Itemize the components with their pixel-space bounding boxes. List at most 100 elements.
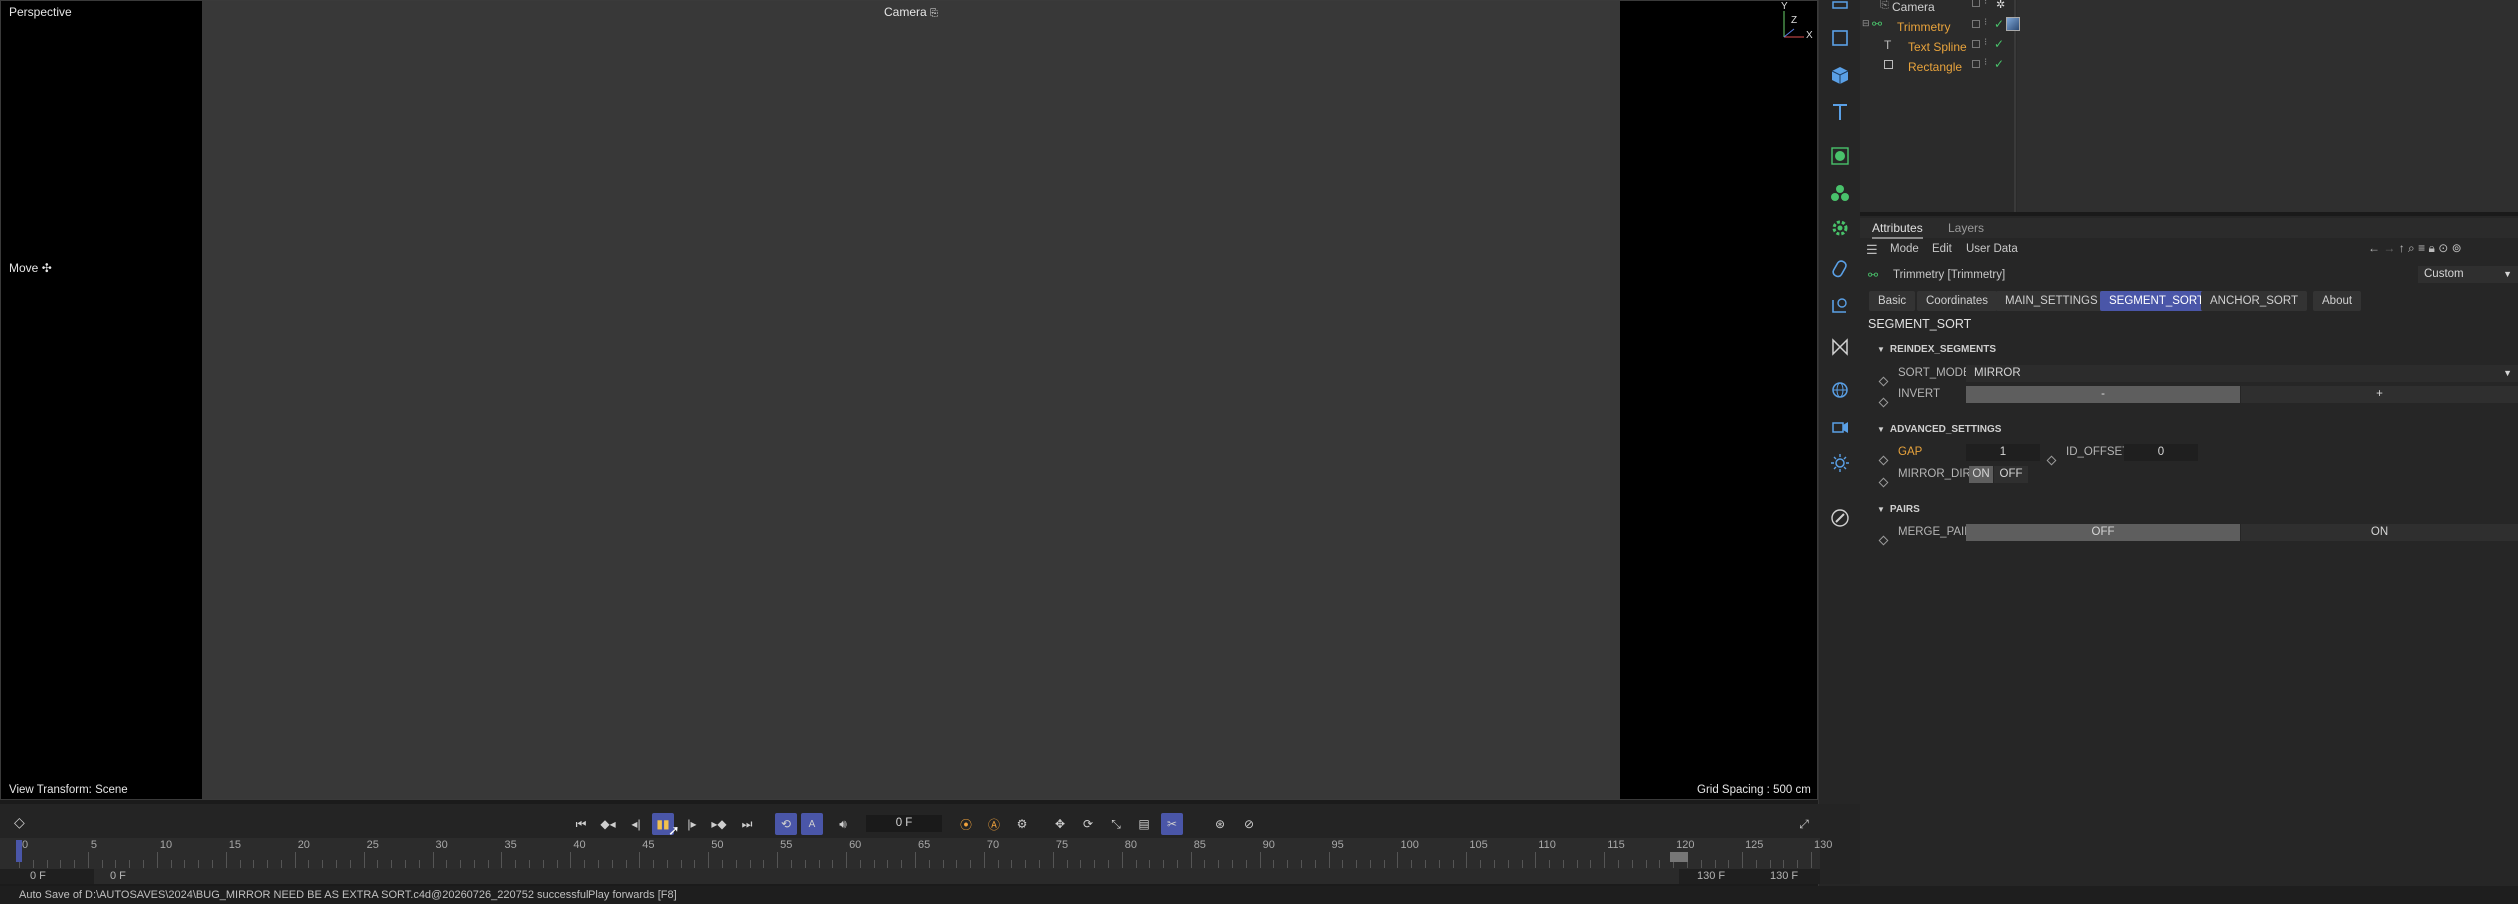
menu-edit[interactable]: Edit <box>1932 243 1952 255</box>
playback-rate-icon[interactable]: A <box>801 813 823 835</box>
tab-basic[interactable]: Basic <box>1869 291 1916 311</box>
object-row-trimmetry[interactable]: ⊟ ⚯ Trimmetry ⁝ ✓ <box>1860 15 2518 35</box>
tab-anchor-sort[interactable]: ANCHOR_SORT <box>2201 291 2307 311</box>
menu-user-data[interactable]: User Data <box>1966 243 2018 255</box>
environment-button[interactable] <box>1826 376 1854 404</box>
invert-plus-button[interactable]: + <box>2241 386 2518 403</box>
toolbar-top-button[interactable] <box>1826 0 1854 18</box>
filter-icon[interactable]: ≡ <box>2418 241 2425 255</box>
end-frame[interactable]: 130 F <box>1770 870 1798 882</box>
autokey-icon[interactable]: Ⓐ <box>983 813 1005 835</box>
keyframe-diamond-icon[interactable] <box>1878 531 1889 549</box>
group-advanced-header[interactable]: ▼ ADVANCED_SETTINGS <box>1877 424 2001 435</box>
layer-box-icon[interactable] <box>1972 60 1980 68</box>
next-frame-icon[interactable]: |▸ <box>681 813 703 835</box>
hamburger-icon[interactable]: ☰ <box>1866 242 1878 258</box>
next-key-icon[interactable]: ▸◆ <box>708 813 730 835</box>
tab-attributes[interactable]: Attributes <box>1872 221 1923 239</box>
menu-mode[interactable]: Mode <box>1890 243 1919 255</box>
key-param-icon[interactable]: ▤ <box>1133 813 1155 835</box>
camera-object-button[interactable] <box>1826 413 1854 441</box>
gap-field[interactable]: 1 <box>1966 444 2040 461</box>
mirror-dir-on-button[interactable]: ON <box>1969 466 1993 483</box>
forward-arrow-icon[interactable]: → <box>2383 241 2395 255</box>
keyframe-diamond-icon[interactable] <box>1878 372 1889 390</box>
key-position-icon[interactable]: ✥ <box>1049 813 1071 835</box>
camera-label[interactable]: Camera ⎘ <box>884 5 938 19</box>
end-preview[interactable]: 130 F <box>1697 870 1725 882</box>
cube-button[interactable] <box>1826 61 1854 89</box>
tab-coordinates[interactable]: Coordinates <box>1917 291 1998 311</box>
object-row-camera[interactable]: ⎘ Camera ⁝ ✲ <box>1860 0 2518 16</box>
keyframe-diamond-icon[interactable] <box>1878 473 1889 491</box>
tab-segment-sort[interactable]: SEGMENT_SORT <box>2100 291 2213 311</box>
back-arrow-icon[interactable]: ← <box>2368 241 2380 255</box>
group-pairs-header[interactable]: ▼ PAIRS <box>1877 504 1920 515</box>
text-button[interactable] <box>1826 98 1854 126</box>
current-frame-field[interactable]: 0 F <box>866 815 942 832</box>
object-row-text-spline[interactable]: T Text Spline ⁝ ✓ <box>1860 35 2518 55</box>
timeline-window-icon[interactable]: ⊘ <box>1238 813 1260 835</box>
keyframe-diamond-icon[interactable] <box>1878 393 1889 411</box>
keyframe-settings-icon[interactable]: ⚙ <box>1011 813 1033 835</box>
new-window-icon[interactable]: ⊙ <box>2438 241 2448 255</box>
key-pla-icon[interactable]: ✂ <box>1161 813 1183 835</box>
previous-frame-icon[interactable]: ◂| <box>625 813 647 835</box>
curve-editor-icon[interactable]: ⤢ <box>1793 813 1815 835</box>
id-offset-field[interactable]: 0 <box>2124 444 2198 461</box>
start-frame[interactable]: 0 F <box>30 870 46 882</box>
keyframe-diamond-icon[interactable] <box>1878 451 1889 469</box>
material-tag-icon[interactable] <box>2006 17 2020 31</box>
view-name[interactable]: Perspective <box>9 5 72 19</box>
enabled-check-icon[interactable]: ✓ <box>1994 37 2004 51</box>
light-button[interactable] <box>1826 449 1854 477</box>
keyframe-diamond-icon[interactable] <box>2046 451 2057 469</box>
layer-box-icon[interactable] <box>1972 20 1980 28</box>
previous-key-icon[interactable]: ◆◂ <box>597 813 619 835</box>
record-icon[interactable]: ⦿ <box>955 813 977 835</box>
visibility-dots-icon[interactable]: ⁝ <box>1984 0 1987 7</box>
key-scale-icon[interactable]: ⤡ <box>1105 813 1127 835</box>
layer-box-icon[interactable] <box>1972 40 1980 48</box>
mirror-dir-off-button[interactable]: OFF <box>1994 466 2028 483</box>
object-row-rectangle[interactable]: Rectangle ⁝ ✓ <box>1860 55 2518 75</box>
search-icon[interactable]: ⌕ <box>2408 241 2415 255</box>
tab-layers[interactable]: Layers <box>1948 221 1984 235</box>
up-arrow-icon[interactable]: ↑ <box>2399 241 2405 255</box>
group-reindex-header[interactable]: ▼ REINDEX_SEGMENTS <box>1877 344 1996 355</box>
field-button[interactable] <box>1826 291 1854 319</box>
preview-end-marker[interactable] <box>1670 852 1688 862</box>
sound-icon[interactable]: 🔊︎ <box>832 813 854 835</box>
loop-icon[interactable]: ⟲ <box>775 813 797 835</box>
visibility-dots-icon[interactable]: ⁝ <box>1984 57 1987 68</box>
go-to-end-icon[interactable]: ⏭ <box>736 813 758 835</box>
collapse-icon[interactable]: ⊟ <box>1862 18 1870 29</box>
visibility-dots-icon[interactable]: ⁝ <box>1984 37 1987 48</box>
merge-pair-off-button[interactable]: OFF <box>1966 524 2240 541</box>
effector-button[interactable] <box>1826 214 1854 242</box>
playhead[interactable] <box>16 840 22 862</box>
cloner-button[interactable] <box>1826 179 1854 207</box>
deformer-button[interactable] <box>1826 255 1854 283</box>
preview-range-slider[interactable] <box>94 869 1679 884</box>
tag-button[interactable] <box>1826 504 1854 532</box>
key-diamond-icon[interactable]: ◇ <box>14 814 25 831</box>
settings-icon[interactable]: ⊚ <box>2452 241 2462 255</box>
layer-box-icon[interactable] <box>1972 0 1980 7</box>
enabled-check-icon[interactable]: ✓ <box>1994 57 2004 71</box>
motion-clip-icon[interactable]: ⊛ <box>1209 813 1231 835</box>
tab-about[interactable]: About <box>2313 291 2362 311</box>
invert-minus-button[interactable]: - <box>1966 386 2240 403</box>
go-to-start-icon[interactable]: ⏮ <box>570 813 592 835</box>
key-rotation-icon[interactable]: ⟳ <box>1077 813 1099 835</box>
scene-button[interactable] <box>1826 333 1854 361</box>
spline-primitive-button[interactable] <box>1826 24 1854 52</box>
visibility-dots-icon[interactable]: ⁝ <box>1984 17 1987 28</box>
enabled-check-icon[interactable]: ✓ <box>1994 17 2004 31</box>
generator-button[interactable] <box>1826 142 1854 170</box>
sort-mode-dropdown[interactable]: MIRROR ▼ <box>1966 365 2518 382</box>
lock-icon[interactable]: 🔒︎ <box>2428 241 2434 255</box>
merge-pair-on-button[interactable]: ON <box>2241 524 2518 541</box>
start-preview[interactable]: 0 F <box>110 870 126 882</box>
tab-main-settings[interactable]: MAIN_SETTINGS <box>1996 291 2107 311</box>
